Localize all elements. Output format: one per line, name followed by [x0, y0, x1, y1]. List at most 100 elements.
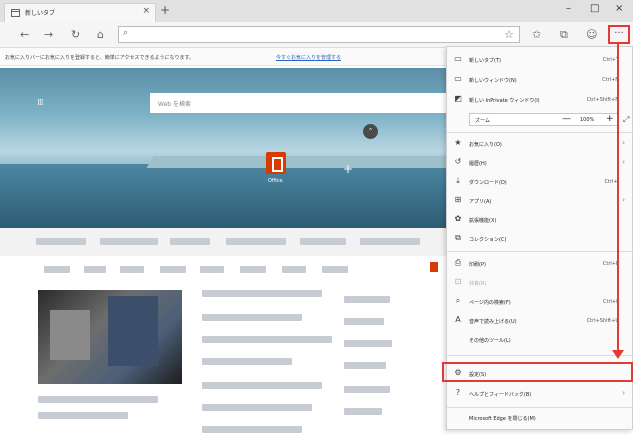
news-photo-figure: [108, 296, 158, 366]
favorites-icon[interactable]: ✩: [532, 28, 541, 41]
settings-highlight: [442, 362, 633, 382]
back-icon[interactable]: ←: [20, 28, 29, 41]
close-window-button[interactable]: ×: [615, 3, 623, 14]
menu-item-help-and-feedback[interactable]: ? ヘルプとフィードバック(B) ›: [447, 385, 627, 405]
news-headline[interactable]: [202, 358, 292, 365]
collapse-icon[interactable]: ⌃: [363, 124, 378, 139]
menu-item-find-on-page[interactable]: ⌕ ページ内の検索(F) Ctrl+F: [447, 293, 627, 313]
forward-icon[interactable]: →: [44, 28, 53, 41]
news-headline[interactable]: [344, 340, 392, 347]
star-icon[interactable]: ☆: [504, 28, 514, 41]
favorites-hint: お気に入りバーにお気に入りを登録すると、簡単にアクセスできるようになります。: [5, 55, 194, 61]
news-headline[interactable]: [344, 296, 390, 303]
minimize-button[interactable]: –: [566, 3, 571, 14]
chevron-right-icon: ›: [622, 389, 625, 397]
news-tab[interactable]: [226, 238, 286, 245]
new-window-icon: ▭: [454, 74, 462, 83]
menu-item-shortcut: Ctrl+Shift+N: [586, 97, 619, 103]
menu-item-new-tab[interactable]: ▭ 新しいタブ(T) Ctrl+T: [447, 51, 627, 71]
maximize-button[interactable]: □: [590, 3, 599, 14]
news-headline[interactable]: [38, 412, 128, 419]
menu-item-label: 印刷(P): [469, 262, 486, 268]
download-icon: ⤓: [456, 176, 460, 185]
tab-new-tab[interactable]: 新しいタブ ×: [4, 3, 156, 22]
inprivate-icon: ◩: [454, 94, 462, 103]
menu-item-label: ヘルプとフィードバック(B): [469, 392, 532, 398]
tab-close-icon[interactable]: ×: [142, 6, 150, 16]
tab-title: 新しいタブ: [25, 10, 56, 17]
news-headline[interactable]: [202, 290, 322, 297]
news-headline[interactable]: [344, 408, 382, 415]
menu-item-read-aloud[interactable]: A 音声で読み上げる(U) Ctrl+Shift+U: [447, 312, 627, 332]
print-icon: ⎙: [454, 258, 462, 267]
menu-item-label: 新しい InPrivate ウィンドウ(I): [469, 98, 540, 104]
web-search-input[interactable]: Web を検索: [150, 93, 446, 113]
search-icon: ⌕: [123, 28, 129, 38]
menu-item-favorites[interactable]: ★ お気に入り(O) ›: [447, 135, 627, 155]
news-sidebar-icon: [430, 262, 438, 272]
menu-item-label: 音声で読み上げる(U): [469, 319, 517, 325]
news-category[interactable]: [282, 266, 306, 273]
history-icon: ↺: [454, 157, 462, 166]
menu-item-more-tools[interactable]: その他のツール(L): [447, 331, 627, 351]
zoom-label: ズーム: [475, 118, 490, 124]
news-headline[interactable]: [344, 386, 390, 393]
menu-item-label: ダウンロード(D): [469, 180, 507, 186]
news-category[interactable]: [160, 266, 186, 273]
fullscreen-icon[interactable]: ⤢: [623, 115, 632, 125]
menu-item-downloads[interactable]: ⤓ ダウンロード(D) Ctrl+J: [447, 173, 627, 193]
news-category[interactable]: [84, 266, 106, 273]
apps-grid-icon[interactable]: ⁞⁞⁞: [37, 98, 44, 108]
news-headline[interactable]: [202, 314, 302, 321]
share-icon: ⊡: [454, 277, 462, 286]
manage-favorites-link[interactable]: 今すぐお気に入りを管理する: [276, 54, 341, 61]
news-category[interactable]: [200, 266, 224, 273]
zoom-out-button[interactable]: —: [562, 114, 571, 124]
menu-item-history[interactable]: ↺ 履歴(H) ›: [447, 154, 627, 174]
menu-item-extensions[interactable]: ✿ 拡張機能(X): [447, 211, 627, 231]
news-category[interactable]: [322, 266, 348, 273]
news-category[interactable]: [120, 266, 144, 273]
settings-and-more-button[interactable]: ···: [608, 25, 630, 44]
menu-item-close-edge[interactable]: Microsoft Edge を閉じる(M): [447, 409, 627, 429]
news-tab[interactable]: [360, 238, 420, 245]
zoom-in-button[interactable]: +: [606, 114, 614, 124]
office-icon[interactable]: [266, 152, 286, 174]
news-category[interactable]: [44, 266, 70, 273]
profile-icon[interactable]: ☺: [586, 28, 597, 41]
menu-item-label: Microsoft Edge を閉じる(M): [469, 416, 536, 422]
menu-item-apps[interactable]: ⊞ アプリ(A) ›: [447, 192, 627, 212]
news-tab[interactable]: [300, 238, 346, 245]
home-icon[interactable]: ⌂: [97, 28, 104, 41]
new-tab-button[interactable]: +: [160, 3, 170, 17]
collections-icon[interactable]: ⧉: [560, 28, 568, 42]
news-tab[interactable]: [100, 238, 158, 245]
news-headline[interactable]: [202, 336, 332, 343]
news-headline[interactable]: [202, 404, 312, 411]
add-site-icon[interactable]: +: [343, 162, 353, 176]
news-headline[interactable]: [344, 362, 386, 369]
news-category[interactable]: [240, 266, 266, 273]
address-bar[interactable]: ⌕: [118, 26, 520, 43]
menu-item-label: 新しいウィンドウ(N): [469, 78, 517, 84]
news-photo[interactable]: [38, 290, 182, 384]
menu-item-label: 共有(R): [469, 281, 487, 287]
news-headline[interactable]: [202, 382, 322, 389]
menu-item-label: コレクション(C): [469, 237, 507, 243]
news-headline[interactable]: [344, 318, 384, 325]
news-headline[interactable]: [202, 426, 302, 433]
menu-item-print[interactable]: ⎙ 印刷(P) Ctrl+P: [447, 255, 627, 275]
favorites-icon: ★: [454, 138, 462, 147]
news-tab[interactable]: [36, 238, 86, 245]
news-headline[interactable]: [38, 396, 158, 403]
menu-item-collections[interactable]: ⧉ コレクション(C): [447, 230, 627, 250]
menu-item-label: お気に入り(O): [469, 142, 502, 148]
find-icon: ⌕: [455, 296, 461, 305]
menu-item-new-window[interactable]: ▭ 新しいウィンドウ(N) Ctrl+N: [447, 71, 627, 91]
background-water: [0, 164, 446, 228]
refresh-icon[interactable]: ↻: [71, 28, 80, 41]
chevron-right-icon: ›: [622, 196, 625, 204]
new-tab-background: ⁞⁞⁞ Web を検索 ⌃ Office +: [0, 68, 446, 228]
menu-item-new-inprivate-window[interactable]: ◩ 新しい InPrivate ウィンドウ(I) Ctrl+Shift+N: [447, 91, 627, 111]
news-tab[interactable]: [170, 238, 210, 245]
